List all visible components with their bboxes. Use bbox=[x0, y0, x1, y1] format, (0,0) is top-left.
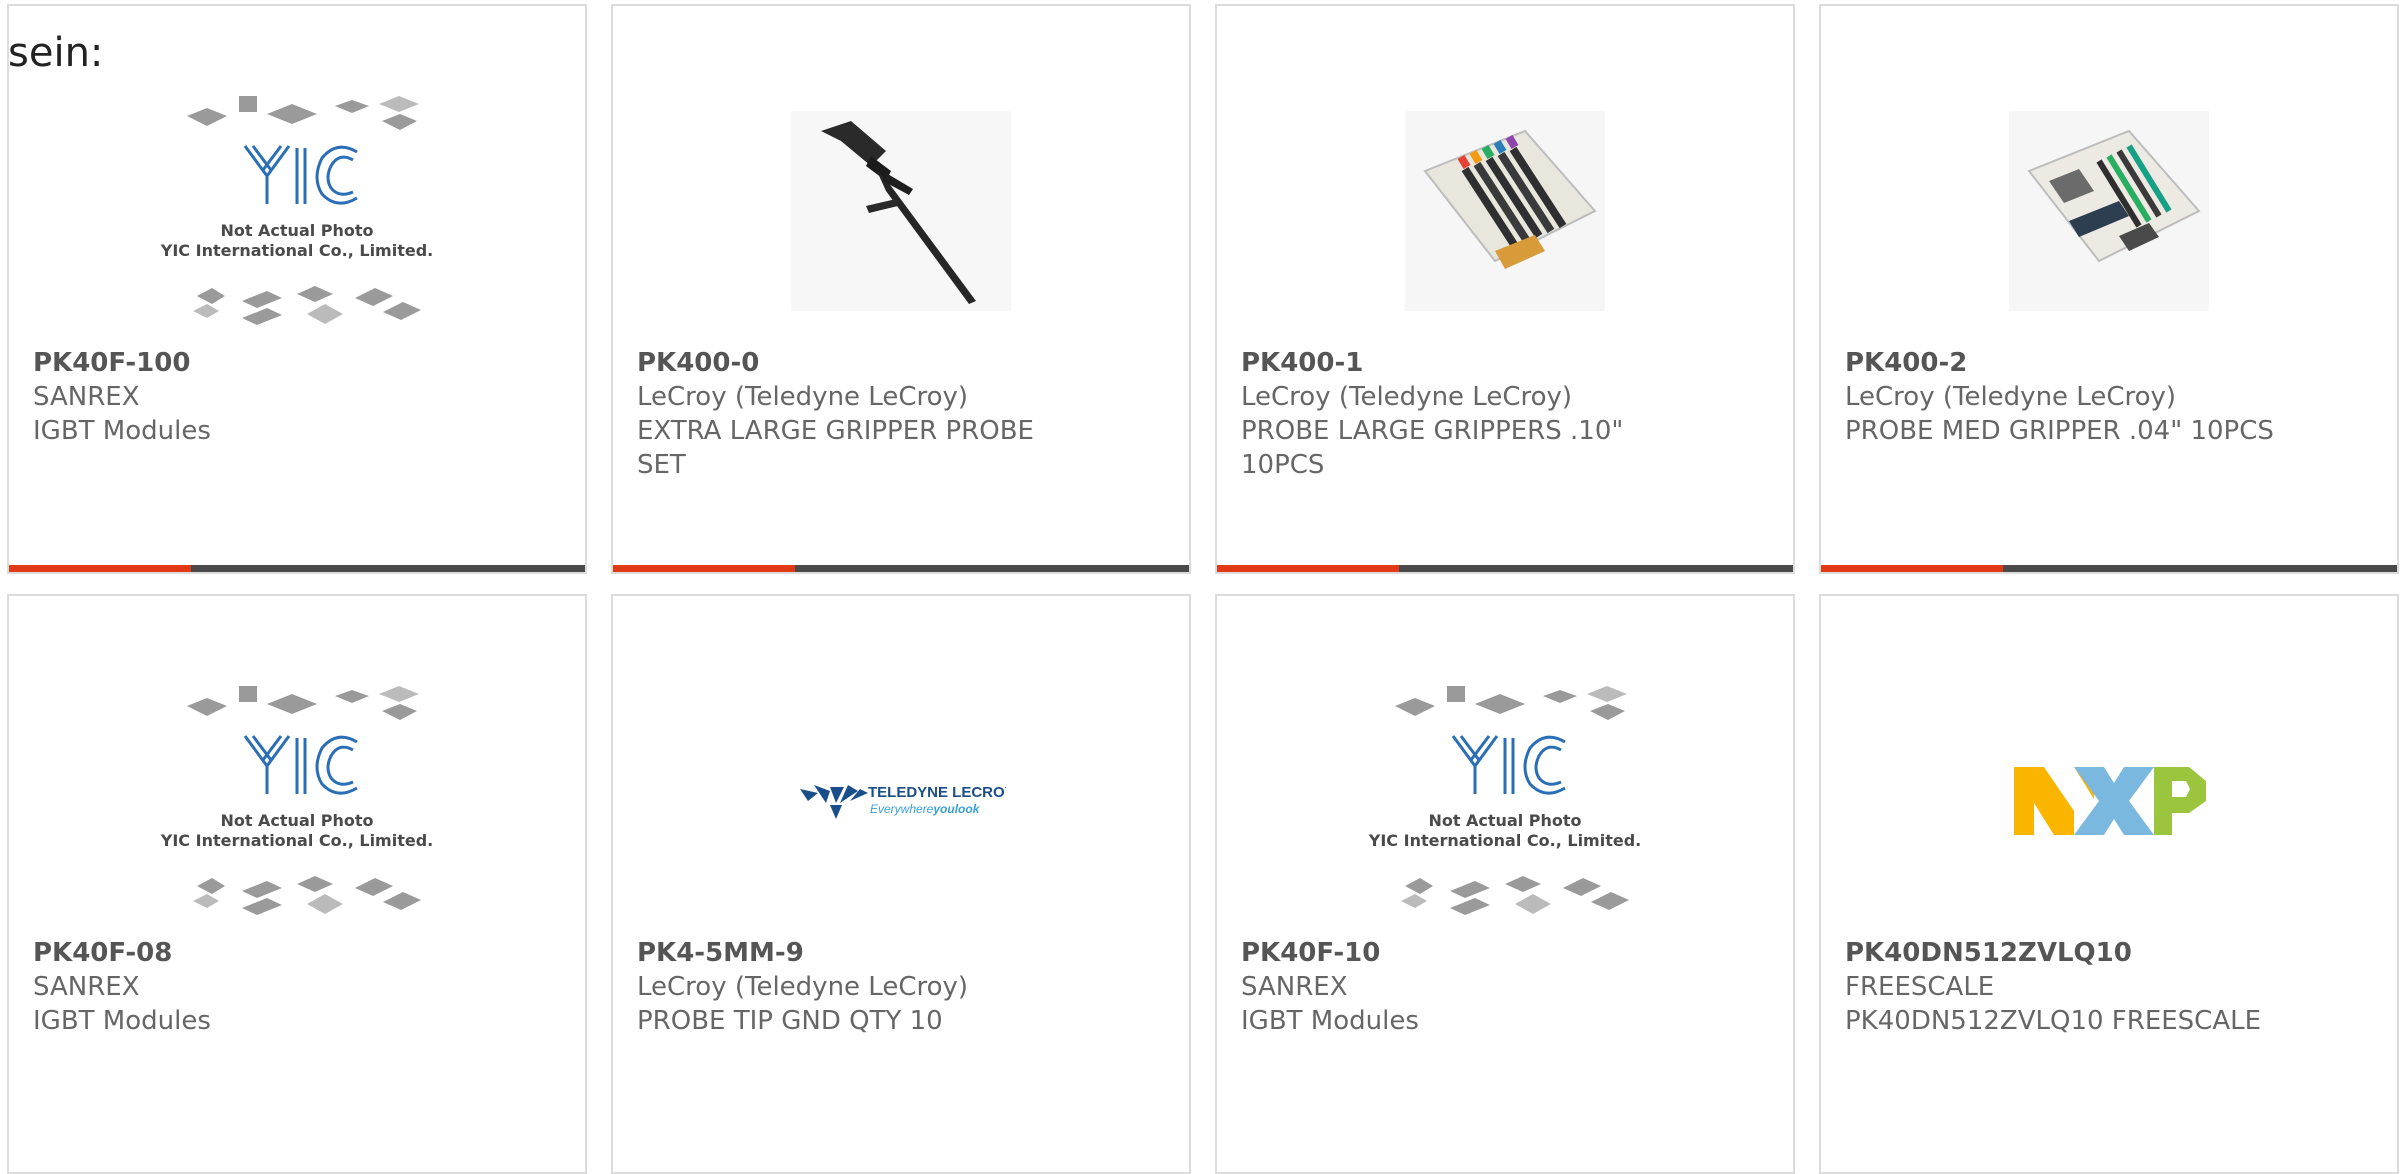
description: IGBT Modules bbox=[1241, 1006, 1419, 1036]
placeholder-caption: Not Actual Photo bbox=[220, 811, 373, 830]
card-accent-bar bbox=[1217, 565, 1399, 572]
product-card[interactable]: Not Actual Photo YIC International Co., … bbox=[7, 4, 587, 574]
placeholder-caption: Not Actual Photo bbox=[1428, 811, 1581, 830]
product-info: PK4-5MM-9 LeCroy (Teledyne LeCroy) PROBE… bbox=[637, 936, 1165, 1038]
probe-kit-photo bbox=[2009, 111, 2209, 311]
card-progress-bar bbox=[613, 565, 1189, 572]
description: IGBT Modules bbox=[33, 416, 211, 446]
description: PK40DN512ZVLQ10 FREESCALE bbox=[1845, 1006, 2262, 1036]
product-info: PK400-2 LeCroy (Teledyne LeCroy) PROBE M… bbox=[1845, 346, 2373, 448]
placeholder-company: YIC International Co., Limited. bbox=[160, 241, 433, 260]
part-number[interactable]: PK4-5MM-9 bbox=[637, 936, 1165, 970]
teledyne-tagline-b: youlook bbox=[932, 802, 980, 816]
product-info: PK400-1 LeCroy (Teledyne LeCroy) PROBE L… bbox=[1241, 346, 1769, 482]
product-image[interactable] bbox=[613, 76, 1189, 346]
description: PROBE LARGE GRIPPERS .10" 10PCS bbox=[1241, 416, 1624, 480]
manufacturer: LeCroy (Teledyne LeCroy) bbox=[637, 382, 969, 412]
part-number[interactable]: PK400-0 bbox=[637, 346, 1165, 380]
product-info: PK40F-100 SANREX IGBT Modules bbox=[33, 346, 561, 448]
product-image[interactable] bbox=[1821, 76, 2397, 346]
card-accent-bar bbox=[9, 565, 191, 572]
part-number[interactable]: PK400-1 bbox=[1241, 346, 1769, 380]
placeholder-company: YIC International Co., Limited. bbox=[1368, 831, 1641, 850]
black-probe-photo bbox=[791, 111, 1011, 311]
description: IGBT Modules bbox=[33, 1006, 211, 1036]
product-image[interactable]: TELEDYNE LECROY Everywhereyoulook bbox=[613, 666, 1189, 936]
product-info: PK40F-10 SANREX IGBT Modules bbox=[1241, 936, 1769, 1038]
manufacturer: SANREX bbox=[1241, 972, 1348, 1002]
teledyne-tagline-a: Everywhere bbox=[870, 802, 934, 816]
yic-placeholder-image: Not Actual Photo YIC International Co., … bbox=[1368, 686, 1641, 915]
product-card[interactable]: PK400-1 LeCroy (Teledyne LeCroy) PROBE L… bbox=[1215, 4, 1795, 574]
part-number[interactable]: PK40F-08 bbox=[33, 936, 561, 970]
nxp-logo bbox=[2014, 767, 2206, 835]
card-progress-bar bbox=[1217, 565, 1793, 572]
placeholder-caption: Not Actual Photo bbox=[220, 221, 373, 240]
description: PROBE TIP GND QTY 10 bbox=[637, 1006, 943, 1036]
card-progress-bar bbox=[1821, 565, 2397, 572]
placeholder-company: YIC International Co., Limited. bbox=[160, 831, 433, 850]
product-image[interactable] bbox=[1821, 666, 2397, 936]
card-progress-bar bbox=[9, 565, 585, 572]
probe-kit-photo bbox=[1405, 111, 1605, 311]
manufacturer: SANREX bbox=[33, 972, 140, 1002]
svg-text:Everywhereyoulook: Everywhereyoulook bbox=[870, 802, 981, 816]
part-number[interactable]: PK40F-10 bbox=[1241, 936, 1769, 970]
manufacturer: SANREX bbox=[33, 382, 140, 412]
product-info: PK400-0 LeCroy (Teledyne LeCroy) EXTRA L… bbox=[637, 346, 1165, 482]
manufacturer: LeCroy (Teledyne LeCroy) bbox=[1845, 382, 2177, 412]
product-image[interactable]: Not Actual Photo YIC International Co., … bbox=[1217, 666, 1793, 936]
teledyne-logo-text: TELEDYNE LECROY bbox=[868, 784, 1006, 801]
card-accent-bar bbox=[1821, 565, 2003, 572]
product-card[interactable]: Not Actual Photo YIC International Co., … bbox=[1215, 594, 1795, 1174]
description: EXTRA LARGE GRIPPER PROBE SET bbox=[637, 416, 1034, 480]
yic-placeholder-image: Not Actual Photo YIC International Co., … bbox=[160, 686, 433, 915]
product-image[interactable]: Not Actual Photo YIC International Co., … bbox=[9, 666, 585, 936]
product-card[interactable]: Not Actual Photo YIC International Co., … bbox=[7, 594, 587, 1174]
teledyne-logo: TELEDYNE LECROY Everywhereyoulook bbox=[800, 784, 1006, 819]
product-card[interactable]: PK400-2 LeCroy (Teledyne LeCroy) PROBE M… bbox=[1819, 4, 2399, 574]
yic-placeholder-image: Not Actual Photo YIC International Co., … bbox=[160, 96, 433, 325]
intro-text: sein: bbox=[8, 30, 104, 76]
description: PROBE MED GRIPPER .04" 10PCS bbox=[1845, 416, 2274, 446]
product-card[interactable]: TELEDYNE LECROY Everywhereyoulook PK4-5M… bbox=[611, 594, 1191, 1174]
product-info: PK40DN512ZVLQ10 FREESCALE PK40DN512ZVLQ1… bbox=[1845, 936, 2373, 1038]
product-card[interactable]: PK40DN512ZVLQ10 FREESCALE PK40DN512ZVLQ1… bbox=[1819, 594, 2399, 1174]
manufacturer: FREESCALE bbox=[1845, 972, 1995, 1002]
product-image[interactable]: Not Actual Photo YIC International Co., … bbox=[9, 76, 585, 346]
part-number[interactable]: PK40F-100 bbox=[33, 346, 561, 380]
product-card[interactable]: PK400-0 LeCroy (Teledyne LeCroy) EXTRA L… bbox=[611, 4, 1191, 574]
part-number[interactable]: PK400-2 bbox=[1845, 346, 2373, 380]
part-number[interactable]: PK40DN512ZVLQ10 bbox=[1845, 936, 2373, 970]
product-image[interactable] bbox=[1217, 76, 1793, 346]
product-info: PK40F-08 SANREX IGBT Modules bbox=[33, 936, 561, 1038]
manufacturer: LeCroy (Teledyne LeCroy) bbox=[637, 972, 969, 1002]
manufacturer: LeCroy (Teledyne LeCroy) bbox=[1241, 382, 1573, 412]
card-accent-bar bbox=[613, 565, 795, 572]
